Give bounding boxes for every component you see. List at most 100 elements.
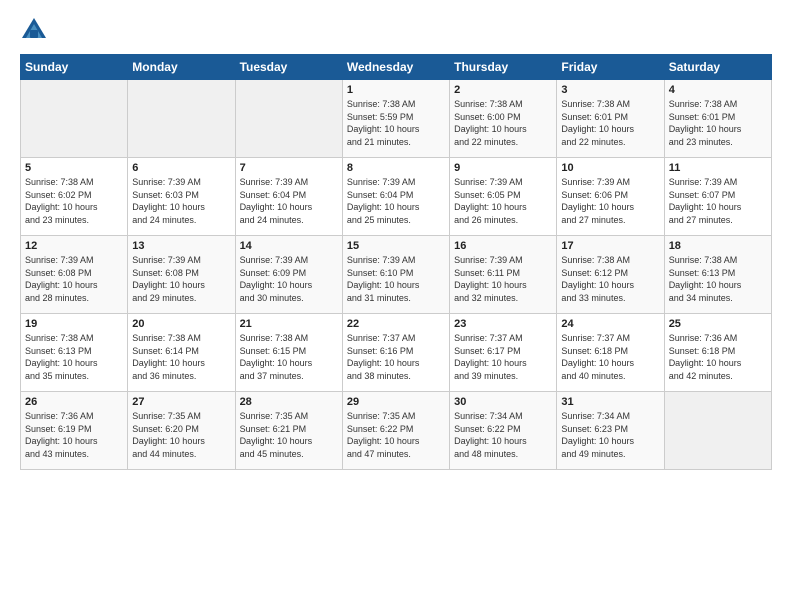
day-info: Sunrise: 7:38 AM Sunset: 6:12 PM Dayligh… [561, 254, 659, 304]
day-cell: 12 Sunrise: 7:39 AM Sunset: 6:08 PM Dayli… [21, 236, 128, 314]
week-row-3: 12 Sunrise: 7:39 AM Sunset: 6:08 PM Dayli… [21, 236, 772, 314]
day-info: Sunrise: 7:37 AM Sunset: 6:16 PM Dayligh… [347, 332, 445, 382]
day-number: 31 [561, 396, 659, 408]
day-cell: 2Sunrise: 7:38 AM Sunset: 6:00 PM Daylig… [450, 80, 557, 158]
day-cell: 6 Sunrise: 7:39 AM Sunset: 6:03 PM Daylig… [128, 158, 235, 236]
day-number: 26 [25, 396, 123, 408]
day-number: 19 [25, 318, 123, 330]
day-cell [235, 80, 342, 158]
day-number: 8 [347, 162, 445, 174]
day-info: Sunrise: 7:37 AM Sunset: 6:17 PM Dayligh… [454, 332, 552, 382]
day-info: Sunrise: 7:38 AM Sunset: 5:59 PM Dayligh… [347, 98, 445, 148]
day-number: 25 [669, 318, 767, 330]
day-info: Sunrise: 7:39 AM Sunset: 6:07 PM Dayligh… [669, 176, 767, 226]
day-cell: 30 Sunrise: 7:34 AM Sunset: 6:22 PM Dayli… [450, 392, 557, 470]
day-info: Sunrise: 7:39 AM Sunset: 6:04 PM Dayligh… [240, 176, 338, 226]
day-cell: 21 Sunrise: 7:38 AM Sunset: 6:15 PM Dayli… [235, 314, 342, 392]
day-info: Sunrise: 7:38 AM Sunset: 6:13 PM Dayligh… [669, 254, 767, 304]
weekday-header-tuesday: Tuesday [235, 55, 342, 80]
day-info: Sunrise: 7:39 AM Sunset: 6:04 PM Dayligh… [347, 176, 445, 226]
day-info: Sunrise: 7:39 AM Sunset: 6:05 PM Dayligh… [454, 176, 552, 226]
day-info: Sunrise: 7:39 AM Sunset: 6:03 PM Dayligh… [132, 176, 230, 226]
day-info: Sunrise: 7:39 AM Sunset: 6:08 PM Dayligh… [25, 254, 123, 304]
day-cell: 29 Sunrise: 7:35 AM Sunset: 6:22 PM Dayli… [342, 392, 449, 470]
day-info: Sunrise: 7:36 AM Sunset: 6:19 PM Dayligh… [25, 410, 123, 460]
day-cell: 13 Sunrise: 7:39 AM Sunset: 6:08 PM Dayli… [128, 236, 235, 314]
calendar-page: SundayMondayTuesdayWednesdayThursdayFrid… [0, 0, 792, 612]
day-number: 12 [25, 240, 123, 252]
weekday-header-row: SundayMondayTuesdayWednesdayThursdayFrid… [21, 55, 772, 80]
day-number: 13 [132, 240, 230, 252]
week-row-5: 26 Sunrise: 7:36 AM Sunset: 6:19 PM Dayli… [21, 392, 772, 470]
day-cell: 9 Sunrise: 7:39 AM Sunset: 6:05 PM Daylig… [450, 158, 557, 236]
day-cell: 1 Sunrise: 7:38 AM Sunset: 5:59 PM Daylig… [342, 80, 449, 158]
day-cell: 22Sunrise: 7:37 AM Sunset: 6:16 PM Dayli… [342, 314, 449, 392]
day-number: 15 [347, 240, 445, 252]
day-cell: 25 Sunrise: 7:36 AM Sunset: 6:18 PM Dayli… [664, 314, 771, 392]
day-number: 3 [561, 84, 659, 96]
day-number: 5 [25, 162, 123, 174]
day-cell: 5 Sunrise: 7:38 AM Sunset: 6:02 PM Daylig… [21, 158, 128, 236]
day-number: 30 [454, 396, 552, 408]
day-cell [21, 80, 128, 158]
day-number: 6 [132, 162, 230, 174]
weekday-header-sunday: Sunday [21, 55, 128, 80]
day-cell: 18 Sunrise: 7:38 AM Sunset: 6:13 PM Dayli… [664, 236, 771, 314]
day-number: 11 [669, 162, 767, 174]
day-cell: 28Sunrise: 7:35 AM Sunset: 6:21 PM Dayli… [235, 392, 342, 470]
day-cell: 27Sunrise: 7:35 AM Sunset: 6:20 PM Dayli… [128, 392, 235, 470]
logo-icon [20, 16, 48, 44]
day-info: Sunrise: 7:38 AM Sunset: 6:01 PM Dayligh… [561, 98, 659, 148]
day-number: 2 [454, 84, 552, 96]
day-number: 29 [347, 396, 445, 408]
weekday-header-saturday: Saturday [664, 55, 771, 80]
week-row-4: 19Sunrise: 7:38 AM Sunset: 6:13 PM Dayli… [21, 314, 772, 392]
day-info: Sunrise: 7:34 AM Sunset: 6:22 PM Dayligh… [454, 410, 552, 460]
day-number: 10 [561, 162, 659, 174]
day-cell: 4 Sunrise: 7:38 AM Sunset: 6:01 PM Daylig… [664, 80, 771, 158]
day-info: Sunrise: 7:34 AM Sunset: 6:23 PM Dayligh… [561, 410, 659, 460]
day-number: 23 [454, 318, 552, 330]
weekday-header-monday: Monday [128, 55, 235, 80]
day-number: 16 [454, 240, 552, 252]
day-number: 7 [240, 162, 338, 174]
day-info: Sunrise: 7:38 AM Sunset: 6:02 PM Dayligh… [25, 176, 123, 226]
week-row-1: 1 Sunrise: 7:38 AM Sunset: 5:59 PM Daylig… [21, 80, 772, 158]
day-cell [128, 80, 235, 158]
day-cell: 23 Sunrise: 7:37 AM Sunset: 6:17 PM Dayli… [450, 314, 557, 392]
day-cell: 20 Sunrise: 7:38 AM Sunset: 6:14 PM Dayli… [128, 314, 235, 392]
day-cell: 26 Sunrise: 7:36 AM Sunset: 6:19 PM Dayli… [21, 392, 128, 470]
day-info: Sunrise: 7:39 AM Sunset: 6:08 PM Dayligh… [132, 254, 230, 304]
day-info: Sunrise: 7:38 AM Sunset: 6:01 PM Dayligh… [669, 98, 767, 148]
day-info: Sunrise: 7:35 AM Sunset: 6:22 PM Dayligh… [347, 410, 445, 460]
page-header [20, 16, 772, 44]
calendar-table: SundayMondayTuesdayWednesdayThursdayFrid… [20, 54, 772, 470]
day-info: Sunrise: 7:39 AM Sunset: 6:11 PM Dayligh… [454, 254, 552, 304]
day-cell: 11 Sunrise: 7:39 AM Sunset: 6:07 PM Dayli… [664, 158, 771, 236]
day-cell: 17 Sunrise: 7:38 AM Sunset: 6:12 PM Dayli… [557, 236, 664, 314]
day-info: Sunrise: 7:39 AM Sunset: 6:10 PM Dayligh… [347, 254, 445, 304]
day-number: 21 [240, 318, 338, 330]
day-number: 24 [561, 318, 659, 330]
day-number: 4 [669, 84, 767, 96]
day-cell: 24 Sunrise: 7:37 AM Sunset: 6:18 PM Dayli… [557, 314, 664, 392]
day-info: Sunrise: 7:39 AM Sunset: 6:09 PM Dayligh… [240, 254, 338, 304]
weekday-header-friday: Friday [557, 55, 664, 80]
day-cell: 10 Sunrise: 7:39 AM Sunset: 6:06 PM Dayli… [557, 158, 664, 236]
day-cell: 16 Sunrise: 7:39 AM Sunset: 6:11 PM Dayli… [450, 236, 557, 314]
day-number: 27 [132, 396, 230, 408]
day-number: 17 [561, 240, 659, 252]
day-number: 9 [454, 162, 552, 174]
day-number: 1 [347, 84, 445, 96]
day-info: Sunrise: 7:38 AM Sunset: 6:14 PM Dayligh… [132, 332, 230, 382]
day-cell: 15 Sunrise: 7:39 AM Sunset: 6:10 PM Dayli… [342, 236, 449, 314]
day-number: 20 [132, 318, 230, 330]
day-info: Sunrise: 7:36 AM Sunset: 6:18 PM Dayligh… [669, 332, 767, 382]
day-cell [664, 392, 771, 470]
day-info: Sunrise: 7:39 AM Sunset: 6:06 PM Dayligh… [561, 176, 659, 226]
day-cell: 14Sunrise: 7:39 AM Sunset: 6:09 PM Dayli… [235, 236, 342, 314]
day-info: Sunrise: 7:37 AM Sunset: 6:18 PM Dayligh… [561, 332, 659, 382]
day-info: Sunrise: 7:38 AM Sunset: 6:15 PM Dayligh… [240, 332, 338, 382]
day-number: 18 [669, 240, 767, 252]
day-info: Sunrise: 7:35 AM Sunset: 6:21 PM Dayligh… [240, 410, 338, 460]
